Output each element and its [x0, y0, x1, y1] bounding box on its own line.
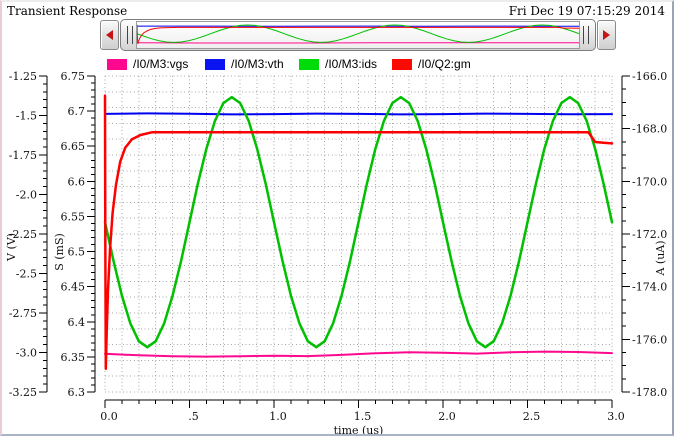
svg-text:A (uA): A (uA)	[654, 240, 667, 276]
svg-text:1.5: 1.5	[354, 410, 372, 423]
svg-text:6.45: 6.45	[61, 281, 86, 294]
svg-text:-1.75: -1.75	[9, 149, 37, 162]
svg-text:-2.0: -2.0	[16, 189, 37, 202]
svg-text:6.65: 6.65	[61, 140, 86, 153]
svg-text:V (V): V (V)	[5, 233, 18, 262]
plot-canvas[interactable]: -1.25-1.5-1.75-2.0-2.25-2.5-2.75-3.0-3.2…	[2, 68, 674, 436]
waveform-window: Transient Response Fri Dec 19 07:15:29 2…	[0, 0, 674, 436]
scroll-left-button[interactable]	[100, 20, 119, 50]
svg-text:1.0: 1.0	[269, 410, 287, 423]
svg-text:.5: .5	[188, 410, 199, 423]
timestamp: Fri Dec 19 07:15:29 2014	[509, 4, 665, 18]
svg-text:6.3: 6.3	[68, 386, 86, 399]
svg-text:-170.0: -170.0	[632, 175, 667, 188]
svg-text:6.55: 6.55	[61, 210, 86, 223]
svg-text:-3.0: -3.0	[16, 347, 37, 360]
svg-text:time (us): time (us)	[334, 424, 384, 436]
svg-text:-178.0: -178.0	[632, 386, 667, 399]
svg-text:6.5: 6.5	[68, 246, 86, 259]
svg-text:2.0: 2.0	[438, 410, 456, 423]
thumb-grip-right[interactable]	[583, 26, 589, 44]
svg-text:6.75: 6.75	[61, 70, 86, 83]
svg-text:6.6: 6.6	[68, 175, 86, 188]
plot-svg: -1.25-1.5-1.75-2.0-2.25-2.5-2.75-3.0-3.2…	[2, 68, 674, 436]
svg-text:-166.0: -166.0	[632, 70, 667, 83]
svg-text:0.0: 0.0	[100, 410, 118, 423]
thumb-grip-left[interactable]	[127, 26, 133, 44]
svg-text:-2.5: -2.5	[16, 268, 37, 281]
svg-text:2.5: 2.5	[523, 410, 541, 423]
svg-text:-3.25: -3.25	[9, 386, 37, 399]
svg-text:-2.75: -2.75	[9, 307, 37, 320]
svg-text:-174.0: -174.0	[632, 281, 667, 294]
left-arrow-icon	[106, 30, 113, 40]
minimap-waveform-svg	[137, 22, 579, 48]
svg-text:-168.0: -168.0	[632, 123, 667, 136]
svg-text:6.4: 6.4	[68, 316, 86, 329]
right-arrow-icon	[603, 30, 610, 40]
window-title: Transient Response	[7, 4, 127, 18]
svg-text:-1.25: -1.25	[9, 70, 37, 83]
scroll-right-button[interactable]	[597, 20, 616, 50]
svg-text:S (mS): S (mS)	[53, 233, 66, 271]
scrollbar-thumb[interactable]	[120, 19, 596, 51]
svg-text:-176.0: -176.0	[632, 333, 667, 346]
horizontal-pan-scrollbar	[100, 18, 616, 52]
svg-text:6.7: 6.7	[68, 105, 86, 118]
waveform-minimap[interactable]	[136, 21, 580, 49]
svg-text:-1.5: -1.5	[16, 110, 37, 123]
svg-text:6.35: 6.35	[61, 351, 86, 364]
svg-text:-172.0: -172.0	[632, 228, 667, 241]
svg-text:3.0: 3.0	[607, 410, 625, 423]
